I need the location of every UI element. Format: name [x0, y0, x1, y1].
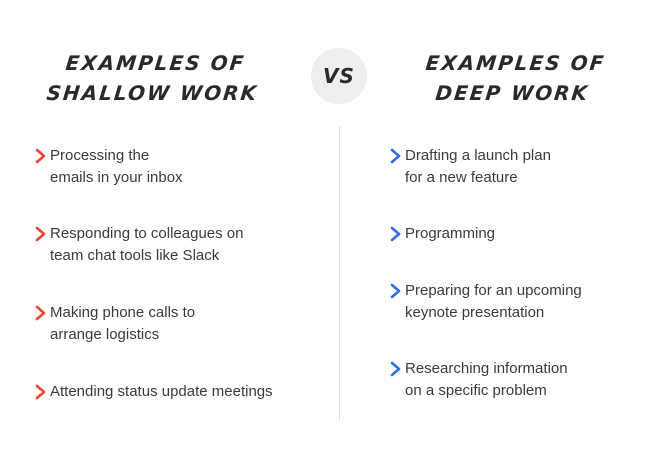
deep-work-item-text: Researching information on a specific pr… — [405, 360, 568, 399]
deep-work-item-text: Programming — [405, 225, 496, 242]
deep-work-item-text: Drafting a launch plan for a new feature — [405, 147, 551, 186]
shallow-work-item: Attending status update meetings — [32, 381, 273, 403]
vs-badge: VS — [311, 48, 367, 104]
chevron-right-icon — [390, 283, 401, 299]
deep-work-item: Researching information on a specific pr… — [387, 358, 568, 402]
shallow-work-title: EXAMPLES OF SHALLOW WORK — [45, 51, 260, 105]
deep-work-item-text: Preparing for an upcoming keynote presen… — [405, 282, 582, 321]
chevron-right-icon — [35, 148, 46, 164]
deep-work-title: EXAMPLES OF DEEP WORK — [424, 51, 607, 105]
chevron-right-icon — [390, 226, 401, 242]
shallow-work-item-text: Responding to colleagues on team chat to… — [50, 225, 244, 264]
chevron-right-icon — [390, 148, 401, 164]
chevron-right-icon — [35, 226, 46, 242]
chevron-right-icon — [390, 361, 401, 377]
shallow-work-item: Responding to colleagues on team chat to… — [32, 223, 243, 267]
chevron-right-icon — [35, 305, 46, 321]
shallow-work-item-text: Attending status update meetings — [50, 383, 273, 400]
deep-work-item: Programming — [387, 223, 495, 245]
column-divider — [339, 126, 340, 420]
shallow-work-item-text: Processing the emails in your inbox — [50, 147, 183, 186]
chevron-right-icon — [35, 384, 46, 400]
deep-work-item: Drafting a launch plan for a new feature — [387, 145, 551, 189]
shallow-work-item: Processing the emails in your inbox — [32, 145, 183, 189]
shallow-work-item: Making phone calls to arrange logistics — [32, 302, 195, 346]
deep-work-item: Preparing for an upcoming keynote presen… — [387, 280, 582, 324]
shallow-work-item-text: Making phone calls to arrange logistics — [50, 304, 196, 343]
